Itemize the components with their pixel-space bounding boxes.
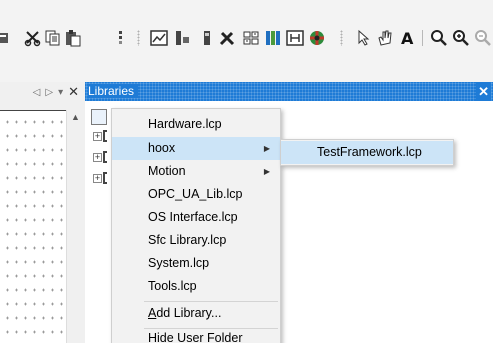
menu-item-tools[interactable]: Tools.lcp: [112, 275, 280, 298]
nav-prev-icon[interactable]: ◁: [33, 87, 41, 98]
nav-next-icon[interactable]: ▷: [45, 87, 53, 98]
toolbar-divider: [422, 30, 423, 46]
pointer-icon[interactable]: [354, 29, 372, 47]
libraries-title-bar[interactable]: Libraries ✕: [85, 82, 493, 101]
delete-icon[interactable]: [0, 29, 14, 47]
menu-item-system[interactable]: System.lcp: [112, 252, 280, 275]
main-toolbar: A: [0, 0, 493, 82]
vertical-scrollbar[interactable]: ▲: [66, 110, 83, 343]
menu-item-label: Tools.lcp: [148, 279, 197, 293]
folder-icon: [103, 130, 107, 142]
hierarchy-icon[interactable]: [286, 29, 304, 47]
variable-icon[interactable]: [112, 29, 130, 47]
paste-icon[interactable]: [64, 29, 82, 47]
libraries-title: Libraries: [88, 84, 139, 98]
menu-item-motion[interactable]: Motion ▶: [112, 160, 280, 183]
toolbar-separator: [340, 30, 343, 46]
menu-item-os-interface[interactable]: OS Interface.lcp: [112, 206, 280, 229]
ball-icon[interactable]: [308, 29, 326, 47]
submenu-arrow-icon: ▶: [263, 144, 270, 153]
close-icon[interactable]: ✕: [476, 82, 491, 101]
menu-item-testframework[interactable]: TestFramework.lcp: [281, 141, 453, 164]
menu-item-label: TestFramework.lcp: [317, 145, 422, 159]
dropdown-icon[interactable]: ▾: [58, 87, 63, 98]
trace-icon[interactable]: [174, 29, 192, 47]
menu-item-hardware[interactable]: Hardware.lcp: [112, 113, 280, 136]
tools-icon[interactable]: [218, 29, 236, 47]
menu-item-sfc-library[interactable]: Sfc Library.lcp: [112, 229, 280, 252]
menu-item-label: hoox: [148, 141, 176, 155]
menu-item-label: Motion: [148, 164, 186, 178]
folder-icon: [103, 172, 107, 184]
hoox-submenu: TestFramework.lcp: [280, 139, 454, 166]
editor-canvas[interactable]: [0, 110, 66, 343]
expand-icon[interactable]: +: [93, 152, 102, 162]
context-menu: Hardware.lcp hoox ▶ Motion ▶ OPC_UA_Lib.lc…: [111, 108, 281, 343]
editor-panel: ◁ ▷ ▾ ✕ ▲: [0, 82, 83, 343]
svg-text:A: A: [401, 29, 414, 47]
tree-node[interactable]: +: [93, 172, 107, 184]
build-icon[interactable]: [198, 29, 216, 47]
menu-item-label: Sfc Library.lcp: [148, 233, 227, 247]
menu-item-hide-user-folder[interactable]: Hide User Folder: [112, 327, 280, 343]
tree-node[interactable]: +: [93, 130, 107, 142]
zoom-icon[interactable]: [430, 29, 448, 47]
close-icon[interactable]: ✕: [68, 84, 79, 100]
menu-item-add-library[interactable]: Add Library...: [112, 302, 280, 325]
editor-panel-header: ◁ ▷ ▾ ✕: [0, 82, 83, 102]
menu-item-label: OS Interface.lcp: [148, 210, 238, 224]
expand-icon[interactable]: +: [93, 173, 102, 183]
zoom-out-icon[interactable]: [474, 29, 492, 47]
zoom-in-icon[interactable]: [452, 29, 470, 47]
font-icon[interactable]: A: [400, 29, 418, 47]
menu-item-opc-ua-lib[interactable]: OPC_UA_Lib.lcp: [112, 183, 280, 206]
menu-item-label: OPC_UA_Lib.lcp: [148, 187, 243, 201]
grid-icon[interactable]: [242, 29, 260, 47]
scroll-up-icon[interactable]: ▲: [71, 112, 80, 122]
chart-icon[interactable]: [150, 29, 168, 47]
tree-node[interactable]: +: [93, 151, 107, 163]
submenu-arrow-icon: ▶: [263, 167, 270, 176]
hand-icon[interactable]: [376, 29, 394, 47]
copy-icon[interactable]: [44, 29, 62, 47]
columns-icon[interactable]: [264, 29, 282, 47]
cut-icon[interactable]: [24, 29, 42, 47]
toolbar-separator: [137, 30, 140, 46]
menu-item-label: dd Library...: [156, 306, 222, 320]
menu-item-label: System.lcp: [148, 256, 210, 270]
menu-item-label: Hide User Folder: [148, 331, 243, 343]
library-folder-icon[interactable]: [91, 109, 107, 125]
folder-icon: [103, 151, 107, 163]
expand-icon[interactable]: +: [93, 131, 102, 141]
menu-item-label: Hardware.lcp: [148, 117, 222, 131]
menu-item-hoox[interactable]: hoox ▶: [112, 137, 280, 160]
